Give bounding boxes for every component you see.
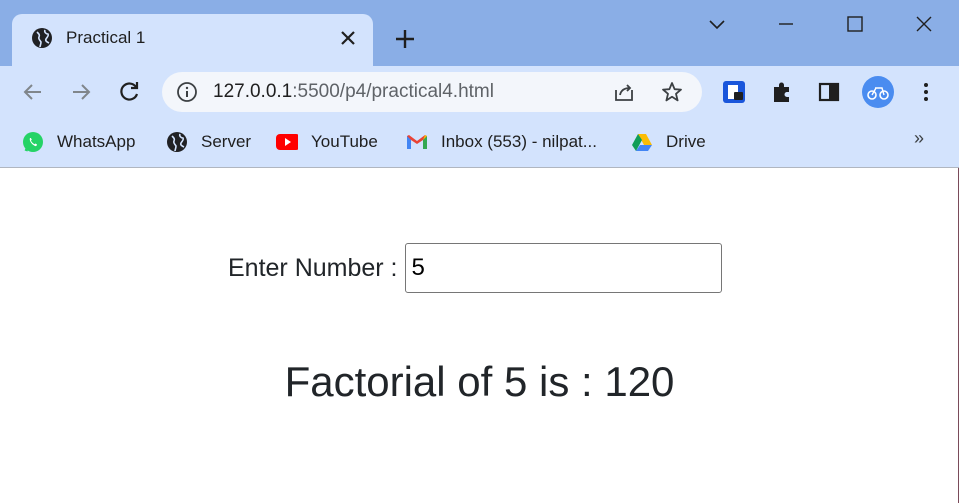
bookmark-server[interactable]: Server — [166, 130, 251, 154]
bookmark-label: Server — [201, 132, 252, 151]
browser-titlebar: Practical 1 — [0, 0, 959, 66]
extensions-puzzle-icon[interactable] — [768, 78, 796, 106]
bookmark-inbox[interactable]: Inbox (553) - nilpat... — [406, 130, 597, 154]
enter-number-label: Enter Number : — [228, 253, 398, 282]
side-panel-icon[interactable] — [815, 78, 843, 106]
new-tab-button[interactable] — [393, 27, 417, 51]
tab-title: Practical 1 — [66, 28, 146, 47]
browser-toolbar: 127.0.0.1:5500/p4/practical4.html — [0, 66, 959, 118]
address-bar[interactable]: 127.0.0.1:5500/p4/practical4.html — [162, 72, 702, 112]
number-input[interactable] — [404, 243, 722, 293]
youtube-icon — [276, 134, 298, 150]
site-info-icon[interactable] — [176, 81, 198, 103]
bookmark-youtube[interactable]: YouTube — [276, 130, 378, 154]
factorial-result: Factorial of 5 is : 120 — [284, 358, 675, 405]
bookmark-label: WhatsApp — [57, 132, 136, 151]
url-host: 127.0.0.1 — [213, 81, 293, 102]
url-text: 127.0.0.1:5500/p4/practical4.html — [213, 81, 494, 103]
menu-kebab-icon[interactable] — [912, 78, 940, 106]
drive-icon — [632, 134, 652, 151]
bookmark-label: Inbox (553) - nilpat... — [441, 132, 597, 151]
more-bookmarks-chevron-icon[interactable]: » — [914, 128, 924, 149]
bookmark-label: YouTube — [311, 132, 378, 151]
bookmark-label: Drive — [666, 132, 706, 151]
window-close-icon[interactable] — [910, 10, 938, 38]
bookmark-star-icon[interactable] — [660, 80, 684, 104]
bookmarks-bar: WhatsApp Server YouTube Inbox (553) - ni… — [0, 118, 959, 168]
page-content: Enter Number : Factorial of 5 is : 120 — [0, 168, 959, 503]
whatsapp-icon — [23, 132, 43, 152]
forward-arrow-icon[interactable] — [67, 78, 95, 106]
number-form-row: Enter Number : — [228, 243, 722, 293]
globe-icon — [32, 28, 52, 48]
back-arrow-icon[interactable] — [19, 78, 47, 106]
bookmark-drive[interactable]: Drive — [631, 130, 706, 154]
share-icon[interactable] — [612, 80, 636, 104]
bookmark-whatsapp[interactable]: WhatsApp — [22, 130, 135, 154]
gmail-icon — [407, 135, 427, 149]
tab-search-chevron-down-icon[interactable] — [703, 10, 731, 38]
browser-tab[interactable]: Practical 1 — [12, 14, 373, 66]
extension-lock-icon[interactable] — [720, 78, 748, 106]
minimize-icon[interactable] — [772, 10, 800, 38]
url-path: :5500/p4/practical4.html — [292, 81, 494, 102]
profile-avatar[interactable] — [862, 76, 894, 108]
globe-icon — [167, 132, 187, 152]
reload-icon[interactable] — [115, 78, 143, 106]
maximize-icon[interactable] — [841, 10, 869, 38]
tab-close-icon[interactable] — [338, 28, 358, 48]
